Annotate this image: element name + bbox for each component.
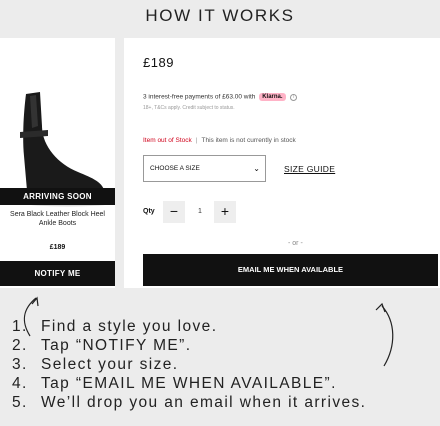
- right-arrow: [381, 305, 394, 367]
- arriving-soon-badge: ARRIVING SOON: [0, 188, 115, 205]
- qty-decrease-button[interactable]: −: [163, 201, 185, 223]
- step-number: 5.: [12, 394, 28, 411]
- page-title: HOW IT WORKS: [145, 6, 295, 25]
- step-text: Tap “NOTIFY ME”.: [41, 337, 192, 354]
- product-detail-panel: £189 3 interest-free payments of £63.00 …: [124, 38, 440, 288]
- step-item: 5. We’ll drop you an email when it arrive…: [12, 394, 366, 412]
- product-card[interactable]: ARRIVING SOON Sera Black Leather Block H…: [0, 38, 115, 288]
- stock-status: Item out of Stock | This item is not curre…: [143, 137, 296, 144]
- stock-separator: |: [195, 137, 198, 144]
- step-text: Select your size.: [41, 356, 179, 373]
- qty-label: Qty: [143, 208, 155, 215]
- step-item: 3. Select your size.: [12, 356, 179, 374]
- size-select[interactable]: CHOOSE A SIZE ⌄: [143, 155, 266, 182]
- step-text: Tap “EMAIL ME WHEN AVAILABLE”.: [41, 375, 337, 392]
- product-name[interactable]: Sera Black Leather Block Heel Ankle Boot…: [4, 210, 111, 228]
- step-number: 2.: [12, 337, 28, 354]
- or-divider: - or -: [288, 240, 303, 247]
- klarna-line: 3 interest-free payments of £63.00 with …: [143, 93, 298, 101]
- info-icon[interactable]: i: [290, 93, 298, 101]
- size-select-value: CHOOSE A SIZE: [150, 165, 200, 172]
- step-text: Find a style you love.: [41, 318, 218, 335]
- credit-fine-print: 18+, T&Cs apply. Credit subject to statu…: [143, 105, 235, 111]
- step-item: 1. Find a style you love.: [12, 318, 217, 336]
- email-me-button[interactable]: EMAIL ME WHEN AVAILABLE: [143, 254, 438, 286]
- step-text: We’ll drop you an email when it arrives.: [41, 394, 367, 411]
- klarna-logo: Klarna.: [259, 93, 286, 101]
- out-of-stock-label: Item out of Stock: [143, 137, 192, 144]
- chevron-down-icon: ⌄: [253, 164, 260, 173]
- step-number: 3.: [12, 356, 28, 373]
- step-number: 4.: [12, 375, 28, 392]
- step-item: 4. Tap “EMAIL ME WHEN AVAILABLE”.: [12, 375, 337, 393]
- notify-me-button[interactable]: NOTIFY ME: [0, 261, 115, 286]
- stock-note: This item is not currently in stock: [201, 137, 296, 144]
- step-item: 2. Tap “NOTIFY ME”.: [12, 337, 191, 355]
- card-price: £189: [49, 244, 66, 251]
- qty-input[interactable]: 1: [190, 208, 210, 215]
- step-number: 1.: [12, 318, 28, 335]
- product-price: £189: [143, 55, 174, 70]
- size-guide-link[interactable]: SIZE GUIDE: [284, 164, 335, 174]
- klarna-text: 3 interest-free payments of £63.00 with: [143, 93, 256, 101]
- qty-increase-button[interactable]: +: [214, 201, 236, 223]
